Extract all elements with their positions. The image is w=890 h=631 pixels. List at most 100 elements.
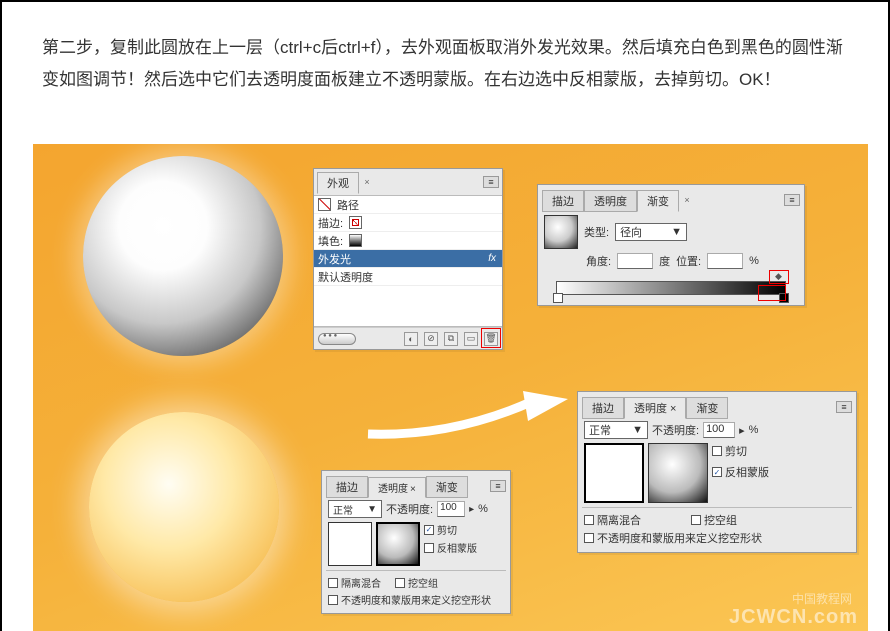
fx-icon: fx <box>486 253 498 264</box>
chk-label: 反相蒙版 <box>725 464 769 480</box>
checkbox-icon <box>691 515 701 525</box>
artwork-thumb[interactable] <box>328 522 372 566</box>
panel-menu-icon[interactable]: ≡ <box>490 480 506 492</box>
close-icon[interactable]: × <box>410 484 416 495</box>
row-default-transparency[interactable]: 默认透明度 <box>314 268 502 286</box>
row-label: 默认透明度 <box>318 269 373 285</box>
appearance-list: 路径 描边: 填色: 外发光 fx 默认透明度 <box>314 196 502 327</box>
watermark-sub: 中国教程网 <box>792 590 852 607</box>
tab-label: 透明度 <box>378 484 408 495</box>
opacity-stepper-icon[interactable]: ▸ <box>739 424 745 437</box>
chk-label: 挖空组 <box>408 575 438 590</box>
row-outer-glow[interactable]: 外发光 fx <box>314 250 502 268</box>
row-path[interactable]: 路径 <box>314 196 502 214</box>
white-black-sphere <box>83 156 283 356</box>
gradient-midpoint-slider[interactable] <box>769 270 789 284</box>
angle-input[interactable] <box>617 253 653 269</box>
gradient-type-select[interactable]: 径向 ▼ <box>615 223 687 241</box>
appearance-tab[interactable]: 外观 <box>317 172 359 194</box>
divider <box>326 570 506 571</box>
blend-mode-select[interactable]: 正常 ▼ <box>584 421 648 439</box>
checkbox-icon: ✓ <box>424 525 434 535</box>
position-label: 位置: <box>676 253 701 269</box>
transparency-panel-large: 描边 透明度× 渐变 ≡ 正常 ▼ 不透明度: 100 ▸ % 剪切 <box>577 391 857 553</box>
tab-gradient[interactable]: 渐变 <box>686 397 728 419</box>
gradient-stop-white[interactable] <box>553 293 563 303</box>
red-highlight-delete <box>481 328 501 348</box>
glowing-orange-sphere <box>89 412 279 602</box>
empty-row <box>314 286 502 326</box>
opacity-input[interactable]: 100 <box>703 422 735 438</box>
dropdown-icon: ▼ <box>367 504 377 515</box>
tab-transparency[interactable]: 透明度× <box>624 397 686 419</box>
transparency-panel-small: 描边 透明度× 渐变 ≡ 正常 ▼ 不透明度: 100 ▸ % ✓剪切 <box>321 470 511 614</box>
clear-icon[interactable]: ⊘ <box>424 332 438 346</box>
dropdown-icon: ▼ <box>671 226 682 238</box>
chk-label: 剪切 <box>437 522 457 537</box>
gradient-bar[interactable] <box>556 281 786 295</box>
define-checkbox-row[interactable]: 不透明度和蒙版用来定义挖空形状 <box>584 530 762 546</box>
pct-label: % <box>749 255 759 267</box>
tab-stroke[interactable]: 描边 <box>582 397 624 419</box>
isolate-checkbox-row[interactable]: 隔离混合 <box>584 512 641 528</box>
orange-canvas: 外观 × ≡ 路径 描边: 填色: 外发光 fx <box>33 144 868 631</box>
tab-transparency[interactable]: 透明度× <box>368 477 426 498</box>
close-icon[interactable]: × <box>682 195 692 205</box>
instruction-text: 第二步，复制此圆放在上一层（ctrl+c后ctrl+f），去外观面板取消外发光效… <box>2 2 888 115</box>
opacity-input[interactable]: 100 <box>437 501 465 517</box>
row-stroke[interactable]: 描边: <box>314 214 502 232</box>
tab-stroke[interactable]: 描边 <box>326 476 368 498</box>
checkbox-icon <box>328 595 338 605</box>
pct-label: % <box>749 424 759 436</box>
row-label: 外发光 <box>318 251 351 267</box>
chk-label: 隔离混合 <box>597 512 641 528</box>
row-label: 描边: <box>318 215 343 231</box>
knockout-checkbox-row[interactable]: 挖空组 <box>395 575 438 590</box>
panel-menu-icon[interactable]: ≡ <box>836 401 852 413</box>
close-icon[interactable]: × <box>362 177 372 187</box>
toggle-icon[interactable]: ◐ <box>404 332 418 346</box>
duplicate-icon[interactable]: ⧉ <box>444 332 458 346</box>
chk-label: 隔离混合 <box>341 575 381 590</box>
clip-checkbox-row[interactable]: ✓剪切 <box>424 522 477 537</box>
watermark-main: JCWCN.com <box>729 606 858 629</box>
tab-stroke[interactable]: 描边 <box>542 190 584 212</box>
opacity-label: 不透明度: <box>652 422 699 438</box>
chk-label: 反相蒙版 <box>437 540 477 555</box>
panel-menu-icon[interactable]: ≡ <box>483 176 499 188</box>
invert-checkbox-row[interactable]: ✓反相蒙版 <box>712 464 769 480</box>
define-checkbox-row[interactable]: 不透明度和蒙版用来定义挖空形状 <box>328 592 491 607</box>
tab-gradient[interactable]: 渐变 <box>426 476 468 498</box>
angle-unit: 度 <box>659 253 670 269</box>
pct-label: % <box>478 503 488 515</box>
new-icon[interactable]: ▭ <box>464 332 478 346</box>
clip-checkbox-row[interactable]: 剪切 <box>712 443 769 459</box>
checkbox-icon: ✓ <box>712 467 722 477</box>
tab-gradient[interactable]: 渐变 <box>637 190 679 212</box>
invert-checkbox-row[interactable]: 反相蒙版 <box>424 540 477 555</box>
checkbox-icon <box>328 578 338 588</box>
opacity-stepper-icon[interactable]: ▸ <box>469 504 474 515</box>
red-highlight-slider <box>758 285 786 301</box>
tab-label: 透明度 <box>634 403 667 415</box>
panel-menu-icon[interactable]: ≡ <box>784 194 800 206</box>
path-swatch-icon <box>318 198 331 211</box>
position-input[interactable] <box>707 253 743 269</box>
chk-label: 挖空组 <box>704 512 737 528</box>
close-icon[interactable]: × <box>670 403 676 415</box>
mask-thumb[interactable] <box>376 522 420 566</box>
row-label: 路径 <box>337 197 359 213</box>
knockout-checkbox-row[interactable]: 挖空组 <box>691 512 737 528</box>
gradient-preview[interactable] <box>544 215 578 249</box>
tab-transparency[interactable]: 透明度 <box>584 190 637 212</box>
pager-icon[interactable] <box>318 333 356 345</box>
row-fill[interactable]: 填色: <box>314 232 502 250</box>
mask-thumb[interactable] <box>648 443 708 503</box>
blend-mode-select[interactable]: 正常 ▼ <box>328 500 382 518</box>
opacity-label: 不透明度: <box>386 501 433 517</box>
artwork-thumb[interactable] <box>584 443 644 503</box>
row-label: 填色: <box>318 233 343 249</box>
stroke-swatch-icon <box>349 216 362 229</box>
appearance-footer: ◐ ⊘ ⧉ ▭ 🗑 <box>314 327 502 349</box>
isolate-checkbox-row[interactable]: 隔离混合 <box>328 575 381 590</box>
